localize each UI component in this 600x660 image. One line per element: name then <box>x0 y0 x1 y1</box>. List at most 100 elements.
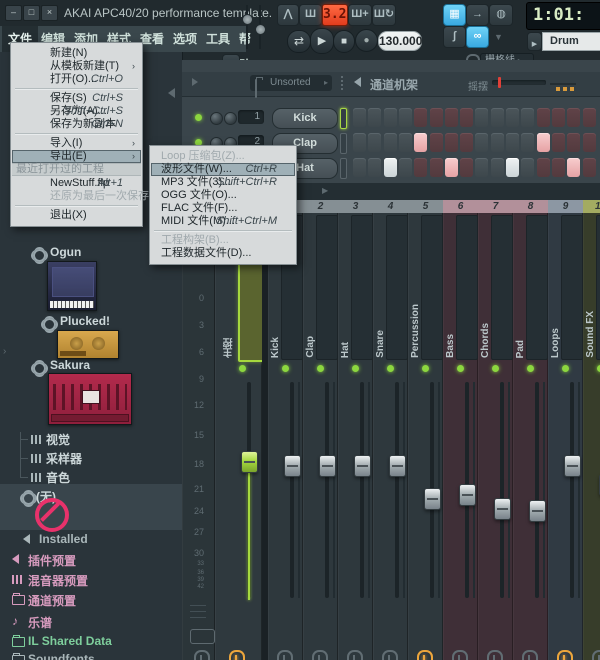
step-cell[interactable] <box>445 108 458 127</box>
step-cell[interactable] <box>353 158 366 177</box>
browser-item-采样器[interactable]: 采样器 <box>46 450 82 467</box>
browser-item-Soundfonts[interactable]: Soundfonts <box>28 652 95 660</box>
menu-item-退出-X-[interactable]: 退出(X) <box>12 209 141 222</box>
browser-item-Ogun[interactable]: Ogun <box>50 245 81 259</box>
step-cell[interactable] <box>475 108 488 127</box>
master-volume-slider-cap[interactable] <box>242 14 253 25</box>
step-cell[interactable] <box>491 158 504 177</box>
mixer-track-clap[interactable]: Clap <box>303 213 338 660</box>
menu-item-导入-I-[interactable]: 导入(I)› <box>12 137 141 150</box>
menubar-item-帮助[interactable]: 帮助 <box>233 26 257 52</box>
channel-button-kick[interactable]: Kick <box>272 108 338 129</box>
channel-selector[interactable] <box>340 158 347 179</box>
step-cell[interactable] <box>537 133 550 152</box>
arm-icon[interactable] <box>452 650 468 660</box>
step-cell[interactable] <box>430 108 443 127</box>
mixer-track-loops[interactable]: Loops <box>548 213 583 660</box>
browser-item-乐谱[interactable]: 乐谱 <box>28 614 52 631</box>
step-cell[interactable] <box>414 158 427 177</box>
menu-item-从模板新建-T-[interactable]: 从模板新建(T)› <box>12 60 141 73</box>
step-cell[interactable] <box>368 158 381 177</box>
fader-cap[interactable] <box>564 455 581 477</box>
fader-track[interactable] <box>570 382 574 598</box>
step-cell[interactable] <box>552 158 565 177</box>
step-cell[interactable] <box>384 133 397 152</box>
mixer-track-hat[interactable]: Hat <box>338 213 373 660</box>
step-cell[interactable] <box>460 133 473 152</box>
fader-track[interactable] <box>360 382 364 598</box>
mixer-track-chords[interactable]: Chords <box>478 213 513 660</box>
step-cell[interactable] <box>491 133 504 152</box>
pattern-name-display[interactable]: Drum <box>542 32 600 51</box>
mixer-menu-icon[interactable]: ▶ <box>322 186 328 195</box>
play-button[interactable]: ▶ <box>310 28 334 54</box>
stop-button[interactable]: ■ <box>333 30 355 53</box>
arm-icon[interactable] <box>417 650 433 660</box>
browser-item-Plucked![interactable]: Plucked! <box>60 314 110 328</box>
browser-item-Installed[interactable]: Installed <box>39 532 88 546</box>
ogun-thumbnail[interactable] <box>47 261 97 311</box>
arm-icon[interactable] <box>487 650 503 660</box>
step-cell[interactable] <box>491 108 504 127</box>
arm-icon[interactable] <box>194 650 210 660</box>
fader-cap[interactable] <box>241 451 258 473</box>
browser-item-音色[interactable]: 音色 <box>46 469 70 486</box>
wait-for-input-button[interactable]: Ш <box>299 4 322 26</box>
arm-icon[interactable] <box>522 650 538 660</box>
menu-item-保存为新副本[interactable]: 保存为新副本Ctrl+N <box>12 118 141 131</box>
mixer-track-master[interactable]: 主控 <box>215 213 262 660</box>
step-cell[interactable] <box>506 133 519 152</box>
channel-number-display[interactable]: 1 <box>238 110 264 124</box>
arm-icon[interactable] <box>229 650 245 660</box>
step-cell[interactable] <box>583 158 596 177</box>
step-cell[interactable] <box>384 158 397 177</box>
menubar-item-工具[interactable]: 工具 <box>200 26 236 52</box>
minimize-button[interactable]: ‒ <box>5 5 22 21</box>
step-cell[interactable] <box>445 158 458 177</box>
fader-track[interactable] <box>500 382 504 598</box>
channel-rack-dots-icon[interactable] <box>556 78 574 96</box>
channel-pan-knob[interactable] <box>210 112 223 125</box>
mixer-track-snare[interactable]: Snare <box>373 213 408 660</box>
step-cell[interactable] <box>460 108 473 127</box>
step-cell[interactable] <box>506 108 519 127</box>
music-note-icon[interactable]: ♪ <box>12 614 18 628</box>
arm-icon[interactable] <box>312 650 328 660</box>
record-button[interactable]: ● <box>355 29 378 52</box>
menu-item-新建-N-[interactable]: 新建(N) <box>12 47 141 60</box>
close-button[interactable]: × <box>41 5 58 21</box>
fader-cap[interactable] <box>389 455 406 477</box>
song-loop-button[interactable]: ⇄ <box>287 30 311 53</box>
arrow-tool-button[interactable]: → <box>466 4 489 26</box>
browser-item-视觉[interactable]: 视觉 <box>46 431 70 448</box>
menu-item-保存-S-[interactable]: 保存(S)Ctrl+S <box>12 92 141 105</box>
metronome-volume-button[interactable]: ◍ <box>489 4 513 26</box>
step-cell[interactable] <box>552 133 565 152</box>
fader-cap[interactable] <box>529 500 546 522</box>
step-cell[interactable] <box>399 133 412 152</box>
menu-item-工程数据文件-D-...[interactable]: 工程数据文件(D)... <box>151 247 295 260</box>
menu-item-波形文件-W-...[interactable]: 波形文件(W)...Ctrl+R <box>151 163 295 176</box>
tempo-display[interactable]: 130.000 <box>378 31 422 51</box>
step-cell[interactable] <box>399 158 412 177</box>
step-cell[interactable] <box>430 133 443 152</box>
menu-item-打开-O-...[interactable]: 打开(O)...Ctrl+O <box>12 73 141 86</box>
step-edit-button[interactable]: ▦ <box>443 4 466 26</box>
chevron-down-icon[interactable]: ▼ <box>494 32 503 42</box>
browser-item-IL Shared Data[interactable]: IL Shared Data <box>28 634 112 648</box>
fader-track[interactable] <box>325 382 329 598</box>
fader-cap[interactable] <box>459 484 476 506</box>
panel-collapse-handle[interactable]: › <box>3 346 6 357</box>
menu-item-另存为-A-...[interactable]: 另存为(A)...Shift+Ctrl+S <box>12 105 141 118</box>
step-cell[interactable] <box>399 108 412 127</box>
step-cell[interactable] <box>552 108 565 127</box>
browser-item-通道预置[interactable]: 通道预置 <box>28 592 76 609</box>
channel-rack-menu-icon[interactable] <box>192 78 198 86</box>
step-cell[interactable] <box>537 158 550 177</box>
fader-cap[interactable] <box>319 455 336 477</box>
channel-selector[interactable] <box>340 133 347 154</box>
fader-track[interactable] <box>395 382 399 598</box>
countdown-led-display[interactable]: 3.2. <box>322 4 348 26</box>
arm-icon[interactable] <box>592 650 600 660</box>
step-cell[interactable] <box>353 133 366 152</box>
